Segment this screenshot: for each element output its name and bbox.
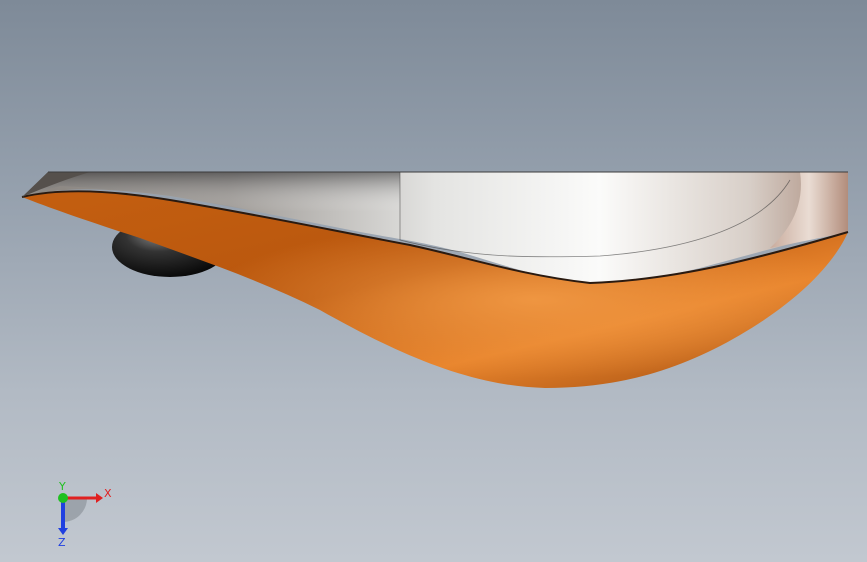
3d-model-view[interactable]	[0, 0, 867, 562]
x-axis-label: X	[104, 487, 112, 500]
triad-shadow	[63, 498, 87, 522]
z-axis-label: Z	[58, 536, 66, 549]
coordinate-triad: X Y Z	[58, 480, 112, 549]
y-axis-label: Y	[58, 480, 66, 493]
y-axis-dot	[58, 493, 68, 503]
z-axis-head	[58, 528, 68, 535]
x-axis-head	[96, 493, 103, 503]
graphics-viewport[interactable]: X Y Z	[0, 0, 867, 562]
